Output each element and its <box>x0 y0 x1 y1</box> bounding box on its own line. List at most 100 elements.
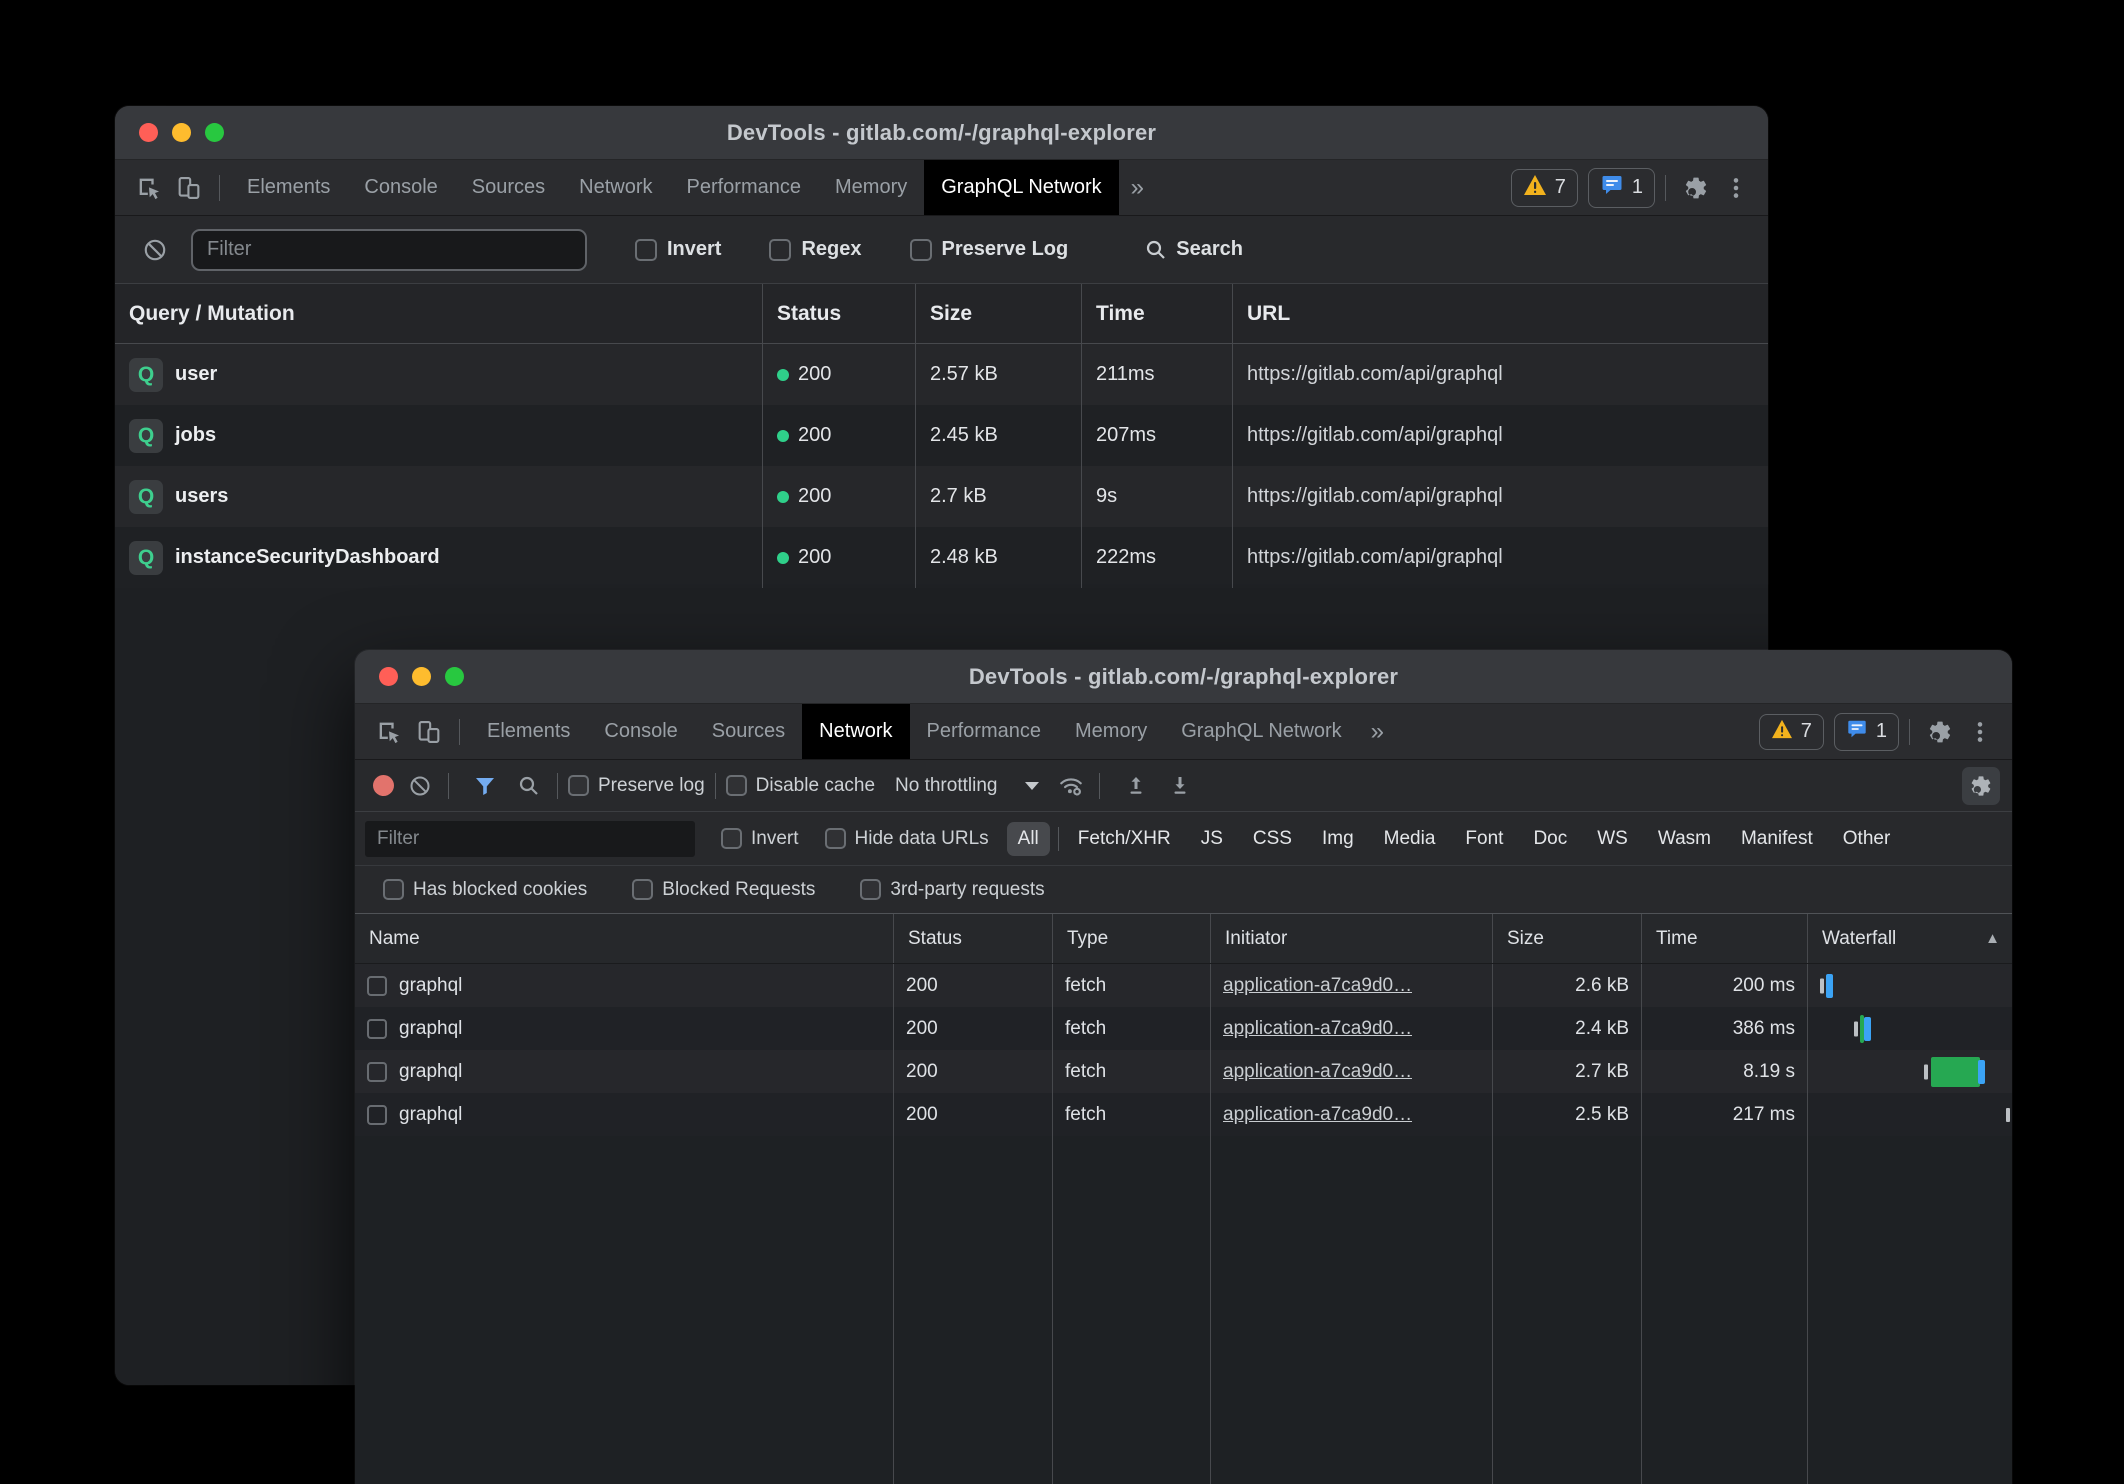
checkbox[interactable] <box>825 828 846 849</box>
request-row[interactable]: graphql 200 fetch application-a7ca9d0… 2… <box>355 964 2012 1007</box>
device-toolbar-icon[interactable] <box>169 168 209 208</box>
tab-console[interactable]: Console <box>347 160 454 215</box>
type-filter-wasm[interactable]: Wasm <box>1647 822 1722 856</box>
preserve-log-checkbox[interactable]: Preserve Log <box>910 238 1069 261</box>
kebab-menu-icon[interactable] <box>1960 712 2000 752</box>
type-filter-all[interactable]: All <box>1007 822 1050 856</box>
initiator-link[interactable]: application-a7ca9d0… <box>1223 975 1412 997</box>
table-row[interactable]: Qusers 200 2.7 kB 9s https://gitlab.com/… <box>115 466 1768 527</box>
type-filter-media[interactable]: Media <box>1373 822 1447 856</box>
column-header-url[interactable]: URL <box>1232 284 1768 343</box>
tab-network[interactable]: Network <box>802 704 909 759</box>
column-header-status[interactable]: Status <box>893 914 1052 963</box>
network-conditions-icon[interactable] <box>1053 768 1089 804</box>
blocked-requests-checkbox[interactable]: Blocked Requests <box>632 879 815 901</box>
row-checkbox[interactable] <box>367 1019 387 1039</box>
type-filter-manifest[interactable]: Manifest <box>1730 822 1824 856</box>
waterfall-cell[interactable] <box>1807 1007 2012 1050</box>
has-blocked-cookies-checkbox[interactable]: Has blocked cookies <box>383 879 587 901</box>
checkbox[interactable] <box>635 239 657 261</box>
request-row[interactable]: graphql 200 fetch application-a7ca9d0… 2… <box>355 1050 2012 1093</box>
type-filter-doc[interactable]: Doc <box>1522 822 1578 856</box>
minimize-window-button[interactable] <box>412 667 431 686</box>
request-row[interactable]: graphql 200 fetch application-a7ca9d0… 2… <box>355 1093 2012 1136</box>
column-header-size[interactable]: Size <box>915 284 1081 343</box>
tab-sources[interactable]: Sources <box>695 704 802 759</box>
row-checkbox[interactable] <box>367 1062 387 1082</box>
checkbox[interactable] <box>568 775 589 796</box>
tab-network[interactable]: Network <box>562 160 669 215</box>
column-header-time[interactable]: Time <box>1641 914 1807 963</box>
messages-badge[interactable]: 1 <box>1588 168 1655 208</box>
waterfall-cell[interactable] <box>1807 964 2012 1007</box>
type-filter-font[interactable]: Font <box>1454 822 1514 856</box>
checkbox[interactable] <box>721 828 742 849</box>
column-header-initiator[interactable]: Initiator <box>1210 914 1492 963</box>
export-har-icon[interactable] <box>1162 768 1198 804</box>
row-checkbox[interactable] <box>367 1105 387 1125</box>
invert-checkbox[interactable]: Invert <box>635 238 721 261</box>
initiator-link[interactable]: application-a7ca9d0… <box>1223 1104 1412 1126</box>
throttling-select[interactable]: No throttling <box>895 775 1039 797</box>
column-header-type[interactable]: Type <box>1052 914 1210 963</box>
inspect-element-icon[interactable] <box>129 168 169 208</box>
tab-performance[interactable]: Performance <box>670 160 819 215</box>
more-tabs-icon[interactable]: » <box>1359 704 1394 759</box>
tab-console[interactable]: Console <box>587 704 694 759</box>
title-bar[interactable]: DevTools - gitlab.com/-/graphql-explorer <box>355 650 2012 704</box>
tab-elements[interactable]: Elements <box>230 160 347 215</box>
filter-input[interactable] <box>365 821 695 857</box>
column-header-name[interactable]: Name <box>355 914 893 963</box>
waterfall-cell[interactable] <box>1807 1050 2012 1093</box>
checkbox[interactable] <box>910 239 932 261</box>
messages-badge[interactable]: 1 <box>1834 713 1899 751</box>
tab-memory[interactable]: Memory <box>818 160 924 215</box>
type-filter-ws[interactable]: WS <box>1586 822 1639 856</box>
type-filter-js[interactable]: JS <box>1190 822 1234 856</box>
checkbox[interactable] <box>632 879 653 900</box>
record-button[interactable] <box>373 775 394 796</box>
column-header-time[interactable]: Time <box>1081 284 1232 343</box>
tab-sources[interactable]: Sources <box>455 160 562 215</box>
clear-icon[interactable] <box>135 230 175 270</box>
column-header-status[interactable]: Status <box>762 284 915 343</box>
invert-checkbox[interactable]: Invert <box>721 828 799 850</box>
network-settings-button[interactable] <box>1962 767 2000 805</box>
more-tabs-icon[interactable]: » <box>1119 160 1154 215</box>
title-bar[interactable]: DevTools - gitlab.com/-/graphql-explorer <box>115 106 1768 160</box>
checkbox[interactable] <box>383 879 404 900</box>
settings-gear-icon[interactable] <box>1920 712 1960 752</box>
preserve-log-checkbox[interactable]: Preserve log <box>568 775 705 797</box>
type-filter-other[interactable]: Other <box>1832 822 1902 856</box>
tab-memory[interactable]: Memory <box>1058 704 1164 759</box>
row-checkbox[interactable] <box>367 976 387 996</box>
regex-checkbox[interactable]: Regex <box>769 238 861 261</box>
type-filter-css[interactable]: CSS <box>1242 822 1303 856</box>
tab-graphql-network[interactable]: GraphQL Network <box>1164 704 1358 759</box>
search-control[interactable]: Search <box>1144 238 1243 262</box>
column-header-waterfall[interactable]: Waterfall ▲ <box>1807 914 2012 963</box>
warnings-badge[interactable]: 7 <box>1511 169 1578 207</box>
table-row[interactable]: Quser 200 2.57 kB 211ms https://gitlab.c… <box>115 344 1768 405</box>
device-toolbar-icon[interactable] <box>409 712 449 752</box>
search-icon[interactable] <box>511 768 547 804</box>
settings-gear-icon[interactable] <box>1676 168 1716 208</box>
third-party-requests-checkbox[interactable]: 3rd-party requests <box>860 879 1044 901</box>
checkbox[interactable] <box>860 879 881 900</box>
filter-funnel-icon[interactable] <box>467 768 503 804</box>
column-header-size[interactable]: Size <box>1492 914 1641 963</box>
table-row[interactable]: QinstanceSecurityDashboard 200 2.48 kB 2… <box>115 527 1768 588</box>
initiator-link[interactable]: application-a7ca9d0… <box>1223 1018 1412 1040</box>
clear-icon[interactable] <box>402 768 438 804</box>
waterfall-cell[interactable] <box>1807 1093 2012 1136</box>
type-filter-img[interactable]: Img <box>1311 822 1365 856</box>
table-row[interactable]: Qjobs 200 2.45 kB 207ms https://gitlab.c… <box>115 405 1768 466</box>
disable-cache-checkbox[interactable]: Disable cache <box>726 775 875 797</box>
close-window-button[interactable] <box>379 667 398 686</box>
tab-graphql-network[interactable]: GraphQL Network <box>924 160 1118 215</box>
zoom-window-button[interactable] <box>205 123 224 142</box>
filter-input[interactable] <box>191 229 587 271</box>
zoom-window-button[interactable] <box>445 667 464 686</box>
checkbox[interactable] <box>769 239 791 261</box>
import-har-icon[interactable] <box>1118 768 1154 804</box>
